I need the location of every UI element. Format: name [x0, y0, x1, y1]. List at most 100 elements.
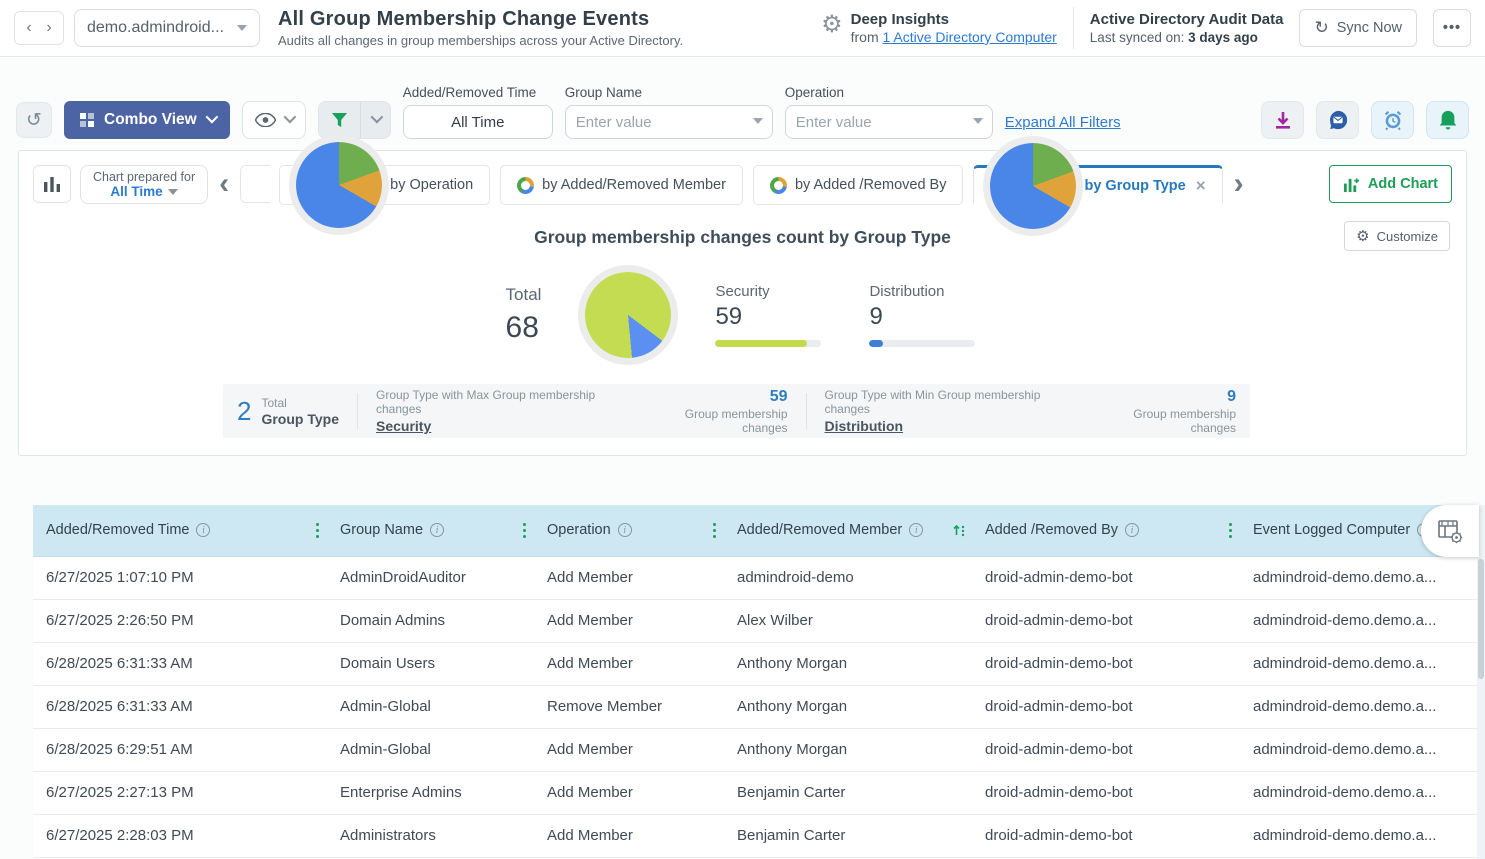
chart-type-button[interactable] [33, 165, 71, 203]
more-options-button[interactable]: ••• [1433, 9, 1471, 47]
chevron-down-icon[interactable] [973, 118, 983, 124]
scrollbar-thumb[interactable] [1478, 559, 1484, 679]
table-row[interactable]: 6/28/2025 6:31:33 AMAdmin-GlobalRemove M… [33, 685, 1477, 728]
sync-now-button[interactable]: ↻ Sync Now [1299, 9, 1417, 47]
distribution-bar-track [869, 340, 975, 347]
reset-button[interactable]: ↺ [16, 102, 52, 138]
info-icon[interactable]: i [430, 523, 444, 537]
legend-label: Security [715, 283, 825, 300]
tenant-dropdown[interactable]: demo.admindroid... [74, 9, 260, 47]
table-row[interactable]: 6/27/2025 1:07:10 PMAdminDroidAuditorAdd… [33, 556, 1477, 599]
table-header-row: Added/Removed TimeiGroup NameiOperationi… [33, 505, 1477, 556]
combo-view-button[interactable]: Combo View [64, 101, 230, 139]
combo-view-icon [79, 112, 95, 128]
gear-bulb-icon: ⚙ [821, 13, 843, 37]
feedback-button[interactable] [1316, 101, 1359, 139]
page: ‹ › demo.admindroid... All Group Members… [0, 0, 1485, 859]
max-count: 59 [639, 388, 788, 406]
deep-insights-title: Deep Insights [851, 11, 1057, 28]
column-menu-icon[interactable] [711, 521, 719, 541]
column-label: Added/Removed Member [737, 522, 902, 538]
expand-all-filters-link[interactable]: Expand All Filters [1005, 114, 1121, 131]
chevron-down-icon[interactable] [753, 118, 763, 124]
time-filter-input[interactable] [403, 105, 553, 139]
schedule-button[interactable] [1371, 101, 1414, 139]
bell-icon [1438, 109, 1458, 131]
filter-label: Group Name [565, 85, 773, 100]
column-label: Event Logged Computer [1253, 522, 1410, 538]
operation-filter-input[interactable] [785, 105, 993, 139]
security-bar-fill [715, 340, 807, 347]
active-directory-computer-link[interactable]: 1 Active Directory Computer [883, 29, 1057, 45]
column-header[interactable]: Added/Removed Member i [724, 505, 972, 556]
table-cell: AdminDroidAuditor [327, 556, 534, 599]
group-name-filter-input[interactable] [565, 105, 773, 139]
info-icon[interactable]: i [618, 523, 632, 537]
filter-button[interactable] [318, 101, 391, 139]
table-cell: admindroid-demo.demo.a... [1240, 728, 1477, 771]
customize-button[interactable]: ⚙ Customize [1344, 221, 1450, 251]
column-header[interactable]: Operationi [534, 505, 724, 556]
chart-tab[interactable]: by Operation [279, 165, 490, 205]
header-divider [1073, 7, 1074, 49]
table-row[interactable]: 6/27/2025 2:28:03 PMAdministratorsAdd Me… [33, 814, 1477, 857]
table-row[interactable]: 6/28/2025 6:29:51 AMAdmin-GlobalAdd Memb… [33, 728, 1477, 771]
chevron-down-icon [205, 111, 218, 124]
prepared-for-value: All Time [110, 184, 162, 199]
sort-icon[interactable] [953, 523, 966, 537]
page-title: All Group Membership Change Events [278, 8, 683, 31]
chart-tab[interactable]: by Added /Removed By [753, 165, 964, 205]
add-chart-button[interactable]: Add Chart [1329, 165, 1452, 203]
table-cell: Enterprise Admins [327, 771, 534, 814]
summary-caption: Group Type with Max Group membership cha… [376, 388, 639, 416]
reset-icon: ↺ [26, 109, 42, 132]
tabs-scroll-left-icon[interactable]: ‹ [217, 165, 231, 203]
chart-tab[interactable]: by Group Type× [973, 165, 1222, 205]
summary-unit: Group membership changes [639, 407, 788, 435]
column-header[interactable]: Group Namei [327, 505, 534, 556]
table-row[interactable]: 6/28/2025 6:31:33 AMDomain UsersAdd Memb… [33, 642, 1477, 685]
legend-distribution: Distribution 9 [869, 283, 979, 347]
pie-chart[interactable] [585, 272, 671, 358]
chart-tab[interactable]: by Added/Removed Member [500, 165, 743, 205]
info-icon[interactable]: i [196, 523, 210, 537]
table-cell: Benjamin Carter [724, 814, 972, 857]
audit-data-block: Active Directory Audit Data Last synced … [1090, 11, 1284, 45]
column-menu-icon[interactable] [314, 521, 322, 541]
chart-prepared-for-dropdown[interactable]: Chart prepared for All Time [80, 165, 208, 204]
table-cell: Add Member [534, 814, 724, 857]
chart-total-block: Total 68 [506, 285, 542, 345]
table-scrollbar[interactable] [1477, 505, 1485, 859]
table-row[interactable]: 6/27/2025 2:27:13 PMEnterprise AdminsAdd… [33, 771, 1477, 814]
column-menu-icon[interactable] [1227, 521, 1235, 541]
table-cell: admindroid-demo.demo.a... [1240, 556, 1477, 599]
table-cell: droid-admin-demo-bot [972, 642, 1240, 685]
visibility-button[interactable] [242, 101, 306, 139]
tabs-scroll-right-icon[interactable]: › [1232, 165, 1246, 203]
table-cell: 6/27/2025 1:07:10 PM [33, 556, 327, 599]
clipped-tab[interactable] [240, 165, 270, 203]
filter-label: Added/Removed Time [403, 85, 553, 100]
max-group-type-link[interactable]: Security [376, 418, 639, 434]
column-header[interactable]: Added/Removed Timei [33, 505, 327, 556]
min-group-type-link[interactable]: Distribution [825, 418, 1087, 434]
synced-value: 3 days ago [1188, 30, 1258, 45]
title-block: All Group Membership Change Events Audit… [278, 8, 683, 48]
column-chooser-button[interactable] [1421, 505, 1479, 557]
info-icon[interactable]: i [909, 523, 923, 537]
download-button[interactable] [1261, 101, 1304, 139]
alerts-button[interactable] [1426, 101, 1469, 139]
back-icon[interactable]: ‹ [19, 15, 39, 41]
forward-icon[interactable]: › [39, 15, 59, 41]
table-cell: admindroid-demo.demo.a... [1240, 771, 1477, 814]
filter-dropdown-toggle[interactable] [360, 102, 390, 138]
chart-title: Group membership changes count by Group … [19, 227, 1466, 248]
chart-tab-label: by Added /Removed By [795, 177, 947, 193]
info-icon[interactable]: i [1125, 523, 1139, 537]
column-menu-icon[interactable] [521, 521, 529, 541]
table-row[interactable]: 6/27/2025 2:26:50 PMDomain AdminsAdd Mem… [33, 599, 1477, 642]
summary-divider [806, 393, 807, 429]
chart-panel: Chart prepared for All Time ‹ by Operati… [18, 150, 1467, 456]
close-tab-icon[interactable]: × [1196, 176, 1206, 196]
column-header[interactable]: Added /Removed Byi [972, 505, 1240, 556]
